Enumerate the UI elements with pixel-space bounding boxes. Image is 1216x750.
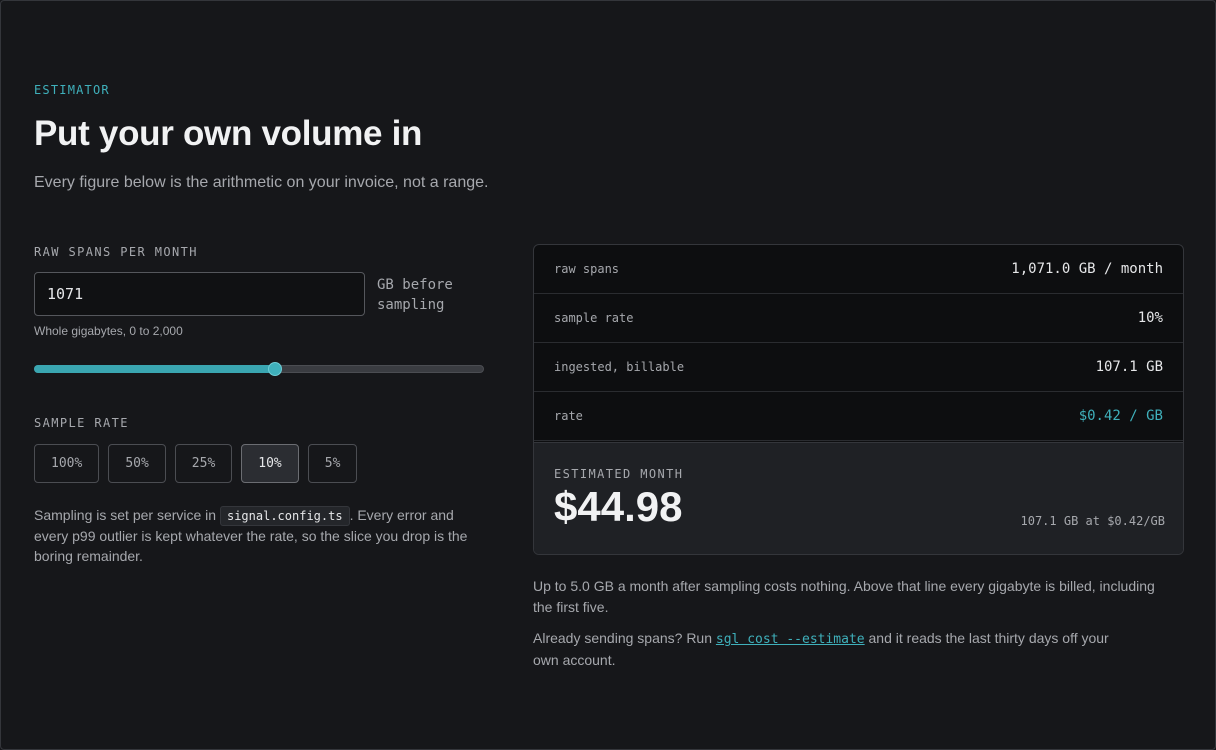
slider-fill	[34, 365, 275, 373]
sample-rate-label: SAMPLE RATE	[34, 416, 129, 430]
estimator-section: ESTIMATOR Put your own volume in Every f…	[0, 0, 1216, 750]
summary-row-label: sample rate	[554, 311, 634, 325]
slider-thumb[interactable]	[268, 362, 282, 376]
sampling-note-lead: Sampling is set per service in	[34, 507, 220, 523]
summary-row-label: ingested, billable	[554, 360, 685, 374]
volume-input[interactable]	[34, 272, 365, 316]
summary-row: rate $0.42 / GB	[534, 392, 1183, 441]
sample-rate-5-button[interactable]: 5%	[307, 444, 358, 483]
sampling-note: Sampling is set per service in signal.co…	[34, 505, 484, 566]
estimated-total-label: ESTIMATED MONTH	[554, 467, 684, 481]
summary-row-value: 107.1 GB	[1095, 359, 1163, 375]
estimated-total-amount: $44.98	[554, 483, 683, 530]
sample-rate-options: 100% 50% 25% 10% 5%	[34, 444, 358, 483]
cli-note-lead: Already sending spans? Run	[533, 630, 716, 646]
summary-row-value: 10%	[1137, 310, 1163, 326]
cli-note: Already sending spans? Run sgl cost --es…	[533, 628, 1133, 671]
free-tier-note: Up to 5.0 GB a month after sampling cost…	[533, 578, 1155, 615]
estimated-total-breakdown: 107.1 GB at $0.42/GB	[1020, 514, 1166, 528]
section-eyebrow: ESTIMATOR	[34, 83, 110, 97]
sample-rate-50-button[interactable]: 50%	[108, 444, 166, 483]
volume-unit-hint: GB before sampling	[377, 277, 453, 313]
summary-row-value: $0.42 / GB	[1078, 408, 1163, 424]
volume-help-text: Whole gigabytes, 0 to 2,000	[34, 324, 183, 338]
summary-row-label: raw spans	[554, 262, 620, 276]
summary-row-label: rate	[554, 409, 583, 423]
page-subtitle: Every figure below is the arithmetic on …	[34, 174, 489, 191]
summary-row: ingested, billable 107.1 GB	[534, 343, 1183, 392]
cli-command-link[interactable]: sgl cost --estimate	[716, 632, 865, 647]
volume-label: RAW SPANS PER MONTH	[34, 245, 198, 259]
volume-slider[interactable]	[34, 362, 484, 376]
config-file-code: signal.config.ts	[219, 506, 350, 526]
sample-rate-100-button[interactable]: 100%	[34, 444, 100, 483]
estimated-total: ESTIMATED MONTH $44.98 107.1 GB at $0.42…	[534, 442, 1183, 554]
sample-rate-25-button[interactable]: 25%	[174, 444, 233, 483]
estimate-panel: raw spans 1,071.0 GB / month sample rate…	[533, 244, 1184, 555]
page-title: Put your own volume in	[34, 114, 423, 153]
summary-row-value: 1,071.0 GB / month	[1011, 261, 1163, 277]
sample-rate-10-button[interactable]: 10%	[241, 444, 299, 483]
summary-row: sample rate 10%	[534, 294, 1183, 343]
summary-row: raw spans 1,071.0 GB / month	[534, 245, 1183, 294]
